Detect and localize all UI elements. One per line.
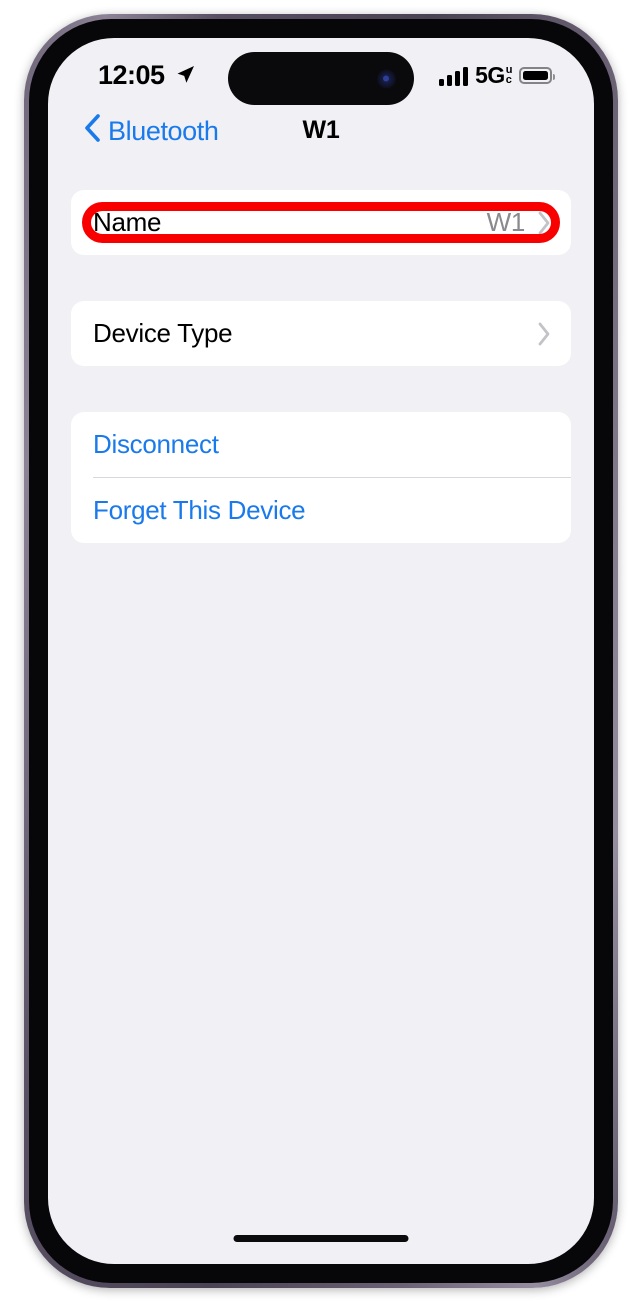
home-indicator[interactable] (233, 1235, 409, 1242)
row-forget-this-device[interactable]: Forget This Device (71, 478, 571, 543)
network-type-label: 5G u c (475, 62, 512, 89)
actions-group: Disconnect Forget This Device (71, 412, 571, 543)
name-group-wrapper: Name W1 (71, 190, 571, 255)
disconnect-label: Disconnect (93, 429, 219, 459)
forget-this-device-label: Forget This Device (93, 495, 306, 525)
battery-icon (519, 67, 555, 84)
navigation-bar: Bluetooth W1 (48, 112, 594, 166)
status-bar-time: 12:05 (98, 60, 165, 90)
name-group: Name W1 (71, 190, 571, 255)
network-type-text: 5G (475, 62, 505, 88)
phone-frame: 12:05 5G u c Bluetooth W1 Name W1 Device… (24, 14, 618, 1288)
device-type-group: Device Type (71, 301, 571, 366)
status-bar: 12:05 5G u c (48, 38, 594, 112)
row-name-value: W1 (486, 207, 526, 237)
row-name-label: Name (93, 207, 162, 237)
settings-content: Name W1 Device Type Disconnect Forget Th… (48, 190, 594, 543)
phone-screen: 12:05 5G u c Bluetooth W1 Name W1 Device… (48, 38, 594, 1264)
page-title: W1 (302, 116, 340, 144)
chevron-right-icon (537, 322, 551, 346)
status-bar-indicators: 5G u c (439, 62, 555, 89)
network-sub: c (505, 74, 512, 86)
row-device-type[interactable]: Device Type (71, 301, 571, 366)
screenshot-stage: 12:05 5G u c Bluetooth W1 Name W1 Device… (0, 0, 642, 1301)
cellular-bars-icon (439, 66, 469, 86)
row-name[interactable]: Name W1 (71, 190, 571, 255)
chevron-right-icon (537, 211, 551, 235)
network-uc-marker: u c (505, 65, 513, 86)
dynamic-island (228, 52, 414, 105)
front-camera-icon (377, 69, 396, 88)
row-device-type-label: Device Type (93, 318, 233, 348)
row-disconnect[interactable]: Disconnect (71, 412, 571, 477)
location-arrow-icon (174, 64, 196, 91)
phone-bezel: 12:05 5G u c Bluetooth W1 Name W1 Device… (29, 19, 613, 1283)
